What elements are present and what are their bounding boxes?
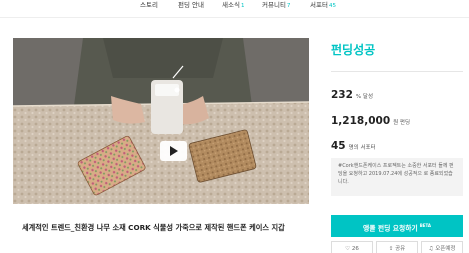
heart-icon: ♡	[345, 246, 351, 252]
video-frame	[13, 38, 309, 204]
bell-icon: ♫	[428, 246, 434, 252]
like-button[interactable]: ♡ 26	[331, 241, 373, 253]
top-navigation: 스토리 펀딩 안내 새소식1 커뮤니티7 서포터45	[0, 0, 469, 18]
nav-tab-news-badge: 1	[240, 3, 245, 9]
nav-tab-community[interactable]: 커뮤니티7	[262, 0, 290, 14]
project-title: 세계적인 트렌드_친환경 나무 소재 CORK 식물성 가죽으로 제작된 핸드폰…	[22, 223, 285, 232]
nav-tab-funding-guide[interactable]: 펀딩 안내	[178, 0, 204, 14]
nav-tab-news[interactable]: 새소식1	[222, 0, 244, 14]
nav-tab-supporters-label: 서포터	[310, 1, 328, 9]
amount-stat: 1,218,000 원 펀딩	[331, 109, 410, 128]
nav-tab-story[interactable]: 스토리	[140, 0, 158, 14]
percent-stat: 232% 달성	[331, 83, 373, 102]
action-row: ♡ 26 ⇪ 공유 ♫ 오픈예정	[331, 241, 463, 253]
supporters-unit: 명의 서포터	[348, 145, 376, 151]
encore-funding-request-button[interactable]: 앵콜 펀딩 요청하기 BETA	[331, 215, 463, 237]
percent-value: 232	[331, 89, 353, 101]
video-player[interactable]	[13, 38, 309, 204]
play-icon	[170, 146, 178, 156]
share-button[interactable]: ⇪ 공유	[376, 241, 418, 253]
nav-tab-community-label: 커뮤니티	[262, 1, 286, 9]
play-button[interactable]	[160, 141, 187, 161]
share-label: 공유	[395, 246, 406, 252]
amount-value: 1,218,000	[331, 115, 391, 127]
divider	[331, 71, 463, 72]
nav-tab-community-badge: 7	[286, 3, 291, 9]
notify-label: 오픈예정	[435, 246, 456, 252]
beta-badge: BETA	[419, 223, 432, 228]
percent-unit: % 달성	[355, 94, 374, 100]
notify-button[interactable]: ♫ 오픈예정	[421, 241, 463, 253]
like-count: 26	[351, 246, 359, 252]
encore-button-label: 앵콜 펀딩 요청하기	[362, 224, 418, 233]
nav-tab-funding-guide-label: 펀딩 안내	[178, 1, 204, 9]
nav-tab-supporters[interactable]: 서포터45	[310, 0, 336, 14]
funding-notice: #Cork핸드폰케이스 프로젝트는 소중한 서포터 들께 펀딩을 요청하고 20…	[331, 158, 463, 196]
share-icon: ⇪	[388, 246, 394, 252]
supporters-stat: 45 명의 서포터	[331, 134, 376, 153]
funding-status: 펀딩성공	[331, 43, 376, 57]
nav-tab-news-label: 새소식	[222, 1, 240, 9]
nav-tab-supporters-badge: 45	[328, 3, 336, 9]
supporters-value: 45	[331, 140, 346, 152]
nav-tab-story-label: 스토리	[140, 1, 158, 9]
amount-unit: 원 펀딩	[393, 120, 411, 126]
